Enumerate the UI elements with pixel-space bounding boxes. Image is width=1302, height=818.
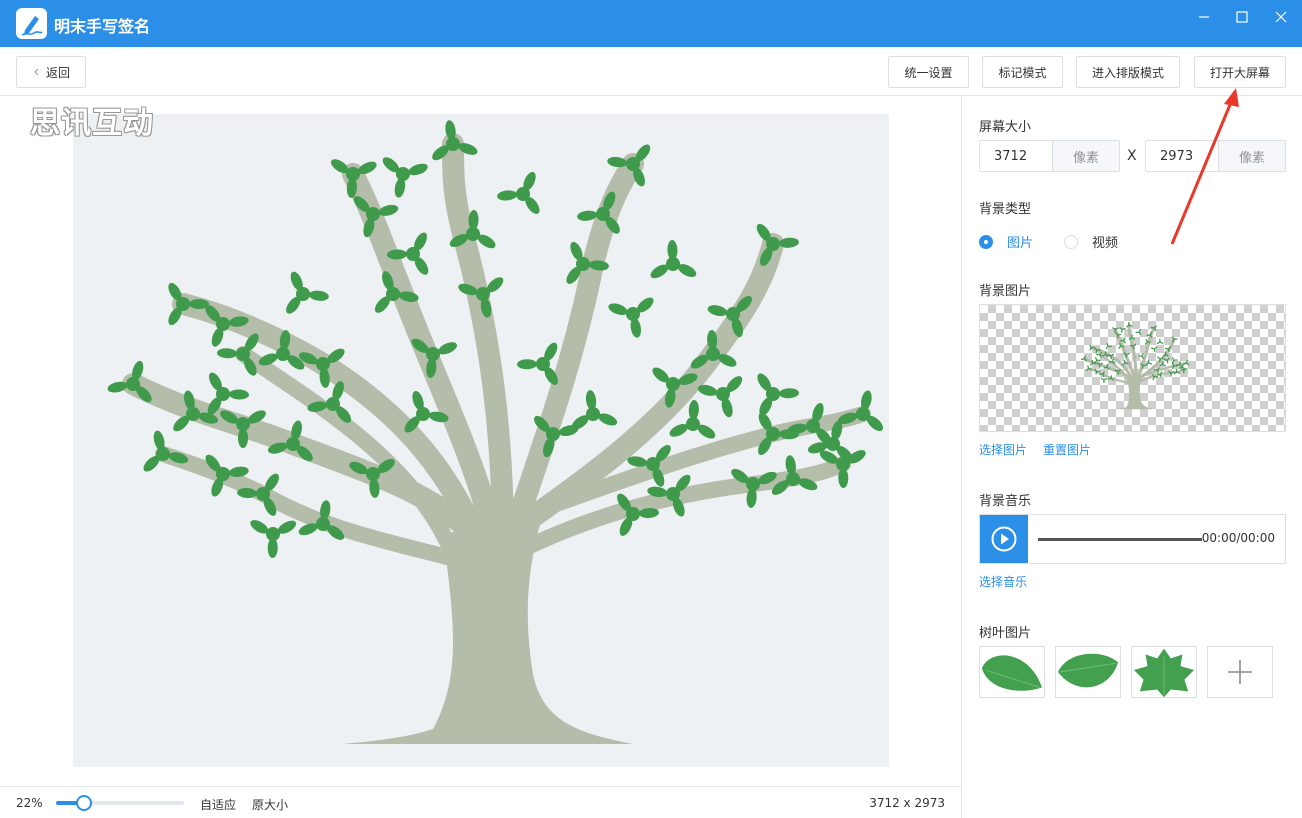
height-input[interactable] <box>1146 141 1218 171</box>
chevron-left-icon <box>34 68 39 76</box>
minimize-button[interactable] <box>1188 6 1220 28</box>
preview-stage[interactable] <box>73 114 889 767</box>
original-size-button[interactable]: 原大小 <box>252 796 288 813</box>
back-button[interactable]: 返回 <box>16 56 86 88</box>
app-title: 明末手写签名 <box>54 17 151 36</box>
width-input[interactable] <box>980 141 1052 171</box>
maximize-icon <box>1236 11 1248 23</box>
leaf-option-3[interactable] <box>1131 646 1197 698</box>
audio-time: 00:00/00:00 <box>1201 531 1275 545</box>
height-field: 像素 <box>1145 140 1286 172</box>
height-unit: 像素 <box>1218 141 1285 171</box>
bg-type-video-radio[interactable]: 视频 <box>1064 232 1118 251</box>
bg-type-label: 背景类型 <box>979 202 1032 217</box>
watermark: 思讯互动 <box>30 106 154 141</box>
leaf-option-1[interactable] <box>979 646 1045 698</box>
pen-icon <box>21 16 43 36</box>
bg-type-image-radio[interactable]: 图片 <box>979 232 1033 251</box>
settings-panel: 屏幕大小 像素 X 像素 背景类型 图片 视频 背景图片 选择图片 重置图片 背… <box>963 96 1302 818</box>
radio-unchecked-icon <box>1064 234 1078 249</box>
bg-music-label: 背景音乐 <box>979 494 1032 509</box>
open-big-screen-button[interactable]: 打开大屏幕 <box>1194 56 1286 88</box>
screen-size-label: 屏幕大小 <box>979 120 1032 135</box>
play-button[interactable] <box>980 515 1028 563</box>
close-button[interactable] <box>1265 6 1297 28</box>
tree-illustration <box>107 120 884 744</box>
add-leaf-button[interactable] <box>1207 646 1273 698</box>
status-bar: 22% 自适应 原大小 3712 x 2973 <box>0 786 962 818</box>
width-unit: 像素 <box>1052 141 1119 171</box>
width-field: 像素 <box>979 140 1120 172</box>
radio-label: 视频 <box>1092 236 1119 251</box>
app-logo <box>16 8 47 39</box>
select-music-link[interactable]: 选择音乐 <box>979 573 1027 590</box>
bg-image-preview[interactable] <box>979 304 1286 432</box>
radio-label: 图片 <box>1007 236 1034 251</box>
back-label: 返回 <box>45 65 70 80</box>
canvas-area: 思讯互动 <box>0 96 962 786</box>
leaf-icon <box>981 655 1043 691</box>
radio-checked-icon <box>979 234 993 249</box>
play-icon <box>991 526 1017 552</box>
size-separator: X <box>1127 148 1137 164</box>
maximize-button[interactable] <box>1226 6 1258 28</box>
leaf-option-2[interactable] <box>1055 646 1121 698</box>
title-bar: 明末手写签名 <box>0 0 1302 47</box>
canvas-size-label: 3712 x 2973 <box>869 796 945 810</box>
layout-mode-button[interactable]: 进入排版模式 <box>1076 56 1180 88</box>
maple-leaf-icon <box>1133 648 1195 698</box>
zoom-slider[interactable] <box>56 795 184 811</box>
toolbar: 返回 统一设置 标记模式 进入排版模式 打开大屏幕 <box>0 47 1302 96</box>
leaf-image-label: 树叶图片 <box>979 626 1032 641</box>
audio-player: 00:00/00:00 <box>979 514 1286 564</box>
plus-icon <box>1228 660 1252 684</box>
tree-thumbnail <box>1080 321 1190 410</box>
minimize-icon <box>1199 16 1209 18</box>
unified-settings-button[interactable]: 统一设置 <box>888 56 969 88</box>
zoom-slider-thumb[interactable] <box>76 795 93 811</box>
mark-mode-button[interactable]: 标记模式 <box>982 56 1063 88</box>
audio-progress[interactable] <box>1038 538 1202 541</box>
zoom-percent: 22% <box>16 796 43 810</box>
bg-image-label: 背景图片 <box>979 284 1032 299</box>
select-image-link[interactable]: 选择图片 <box>979 441 1027 458</box>
leaf-icon <box>1057 653 1119 688</box>
reset-image-link[interactable]: 重置图片 <box>1043 441 1091 458</box>
close-icon <box>1275 11 1287 23</box>
fit-button[interactable]: 自适应 <box>200 796 236 813</box>
